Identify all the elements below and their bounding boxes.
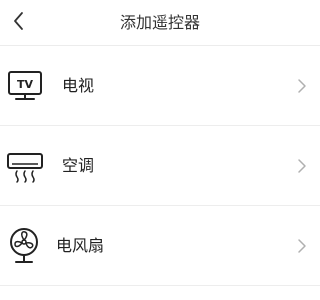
air-conditioner-icon <box>6 146 46 186</box>
page-title: 添加遥控器 <box>119 13 200 32</box>
device-item-fan[interactable]: 电风扇 <box>0 206 320 286</box>
chevron-right-icon <box>296 156 308 176</box>
device-label: 电风扇 <box>56 236 105 255</box>
chevron-right-icon <box>296 76 308 96</box>
tv-icon: TV <box>6 66 46 106</box>
device-item-air-conditioner[interactable]: 空调 <box>0 126 320 206</box>
device-list: TV 电视 空调 电风扇 <box>0 46 320 286</box>
device-label: 电视 <box>62 76 95 95</box>
chevron-right-icon <box>296 236 308 256</box>
fan-icon <box>6 226 46 266</box>
device-item-tv[interactable]: TV 电视 <box>0 46 320 126</box>
svg-text:TV: TV <box>17 78 34 91</box>
header-bar: 添加遥控器 <box>0 0 320 46</box>
device-label: 空调 <box>62 156 95 175</box>
